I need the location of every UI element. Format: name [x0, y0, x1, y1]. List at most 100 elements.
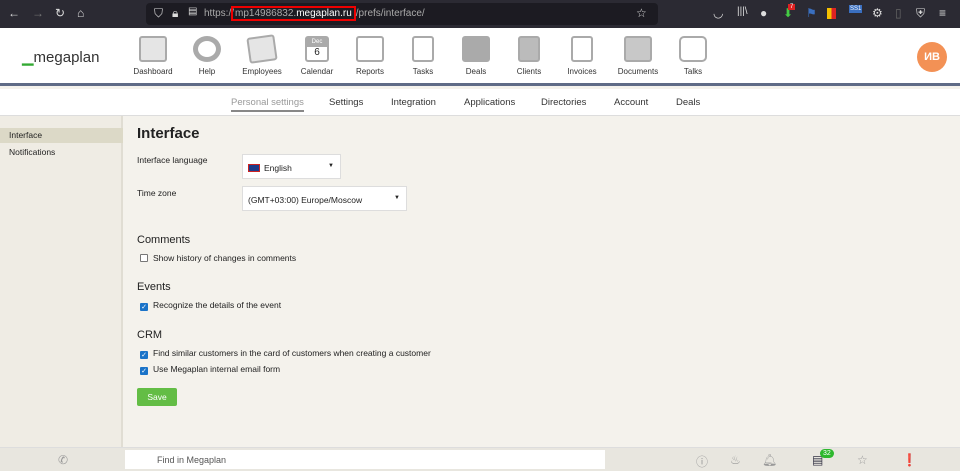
lock-icon[interactable]: 🔒︎	[172, 6, 178, 21]
shield-icon[interactable]: ⛉	[154, 6, 163, 21]
extension-bookmark-icon[interactable]	[827, 8, 836, 19]
checkbox-label: Recognize the details of the event	[153, 300, 282, 310]
calendar-icon: Dec 6	[305, 36, 329, 62]
nav-label: Help	[198, 67, 216, 76]
nav-label: Employees	[242, 67, 282, 76]
recognize-event-checkbox[interactable]: ✓ Recognize the details of the event	[140, 300, 281, 311]
search-input[interactable]: Find in Megaplan	[125, 450, 605, 469]
alert-circle-icon[interactable]: ⓘ	[696, 453, 708, 470]
dashboard-icon	[139, 36, 167, 62]
find-similar-customers-checkbox[interactable]: ✓ Find similar customers in the card of c…	[140, 348, 431, 359]
tab-directories[interactable]: Directories	[541, 97, 586, 108]
tab-personal-settings[interactable]: Personal settings	[231, 97, 304, 112]
messages-count-badge: 32	[820, 449, 834, 458]
nav-label: Calendar	[300, 67, 334, 76]
bell-icon[interactable]: 🔔︎	[762, 453, 777, 467]
library-icon[interactable]: |||\	[737, 6, 748, 17]
url-text: https://mp14986832.megaplan.ru/prefs/int…	[204, 6, 425, 21]
menu-icon[interactable]: ≡	[939, 6, 946, 20]
save-button[interactable]: Save	[137, 388, 177, 406]
gear-icon[interactable]: ⚙	[872, 6, 883, 20]
bookmark-star-icon[interactable]: ☆	[636, 6, 647, 20]
nav-employees[interactable]: Employees	[235, 34, 289, 76]
nav-label: Clients	[516, 67, 542, 76]
briefcase-icon	[462, 36, 490, 62]
nav-label: Dashboard	[133, 67, 173, 76]
tab-integration[interactable]: Integration	[391, 97, 436, 108]
nav-documents[interactable]: Documents	[611, 36, 665, 76]
tab-settings[interactable]: Settings	[329, 97, 363, 108]
reload-icon[interactable]: ↻	[55, 6, 65, 20]
star-icon[interactable]: ☆	[857, 453, 868, 467]
url-bar[interactable]: ⛉ 🔒︎ ▤ https://mp14986832.megaplan.ru/pr…	[146, 3, 658, 25]
nav-tasks[interactable]: Tasks	[396, 36, 450, 76]
page-title: Interface	[137, 125, 200, 142]
chart-board-icon	[356, 36, 384, 62]
tab-applications[interactable]: Applications	[464, 97, 515, 108]
timezone-label: Time zone	[137, 188, 177, 198]
tab-account[interactable]: Account	[614, 97, 648, 108]
sidebar: Interface Notifications	[0, 116, 123, 447]
fire-icon[interactable]: ♨	[730, 453, 741, 467]
back-icon[interactable]: ←	[8, 6, 20, 20]
chevron-down-icon: ▼	[394, 195, 400, 201]
language-value: English	[264, 163, 292, 173]
calendar-day: 6	[314, 47, 320, 58]
extension-page-icon[interactable]: ▯	[895, 6, 902, 20]
app-header: ▁megaplan Dashboard Help Employees Dec 6 C…	[0, 28, 960, 86]
settings-tabs: Personal settings Settings Integration A…	[0, 89, 960, 116]
nav-label: Reports	[355, 67, 384, 76]
shield-extension-icon[interactable]: ⛨	[916, 6, 925, 21]
checkmark-icon[interactable]: ✓	[140, 303, 148, 311]
uk-flag-icon	[248, 164, 260, 172]
checkbox-label: Show history of changes in comments	[153, 253, 297, 263]
checkmark-icon[interactable]: ✓	[140, 351, 148, 359]
nav-label: Talks	[683, 67, 703, 76]
chevron-down-icon: ▼	[328, 163, 334, 169]
crm-heading: CRM	[137, 329, 163, 341]
nav-talks[interactable]: Talks	[666, 36, 720, 76]
checkmark-icon[interactable]: ✓	[140, 367, 148, 375]
internal-email-checkbox[interactable]: ✓ Use Megaplan internal email form	[140, 364, 280, 375]
nav-label: Deals	[465, 67, 487, 76]
checkbox-icon[interactable]	[140, 254, 148, 262]
comments-heading: Comments	[137, 234, 191, 246]
show-history-checkbox[interactable]: Show history of changes in comments	[140, 253, 296, 263]
browser-toolbar: ← → ↻ ⌂ ⛉ 🔒︎ ▤ https://mp14986832.megapl…	[0, 0, 960, 28]
nav-label: Documents	[617, 67, 659, 76]
nav-invoices[interactable]: Invoices	[555, 36, 609, 76]
nav-label: Invoices	[567, 67, 597, 76]
nav-calendar[interactable]: Dec 6 Calendar	[290, 36, 344, 76]
timezone-select[interactable]: (GMT+03:00) Europe/Moscow ▼	[242, 186, 407, 211]
home-icon[interactable]: ⌂	[77, 6, 84, 20]
forward-icon[interactable]: →	[32, 6, 44, 20]
phone-icon[interactable]: ✆	[58, 453, 68, 467]
language-select[interactable]: English ▼	[242, 154, 341, 179]
extension-r-icon[interactable]: ●	[760, 6, 767, 20]
timezone-value: (GMT+03:00) Europe/Moscow	[248, 195, 363, 205]
tab-deals[interactable]: Deals	[676, 97, 700, 108]
megaplan-logo[interactable]: ▁megaplan	[22, 48, 99, 66]
contact-book-icon	[518, 36, 540, 62]
avatar[interactable]: ИВ	[917, 42, 947, 72]
clipboard-icon	[412, 36, 434, 62]
pocket-icon[interactable]: ◡	[713, 6, 723, 20]
nav-label: Tasks	[412, 67, 434, 76]
sidebar-item-notifications[interactable]: Notifications	[0, 145, 123, 160]
events-heading: Events	[137, 281, 171, 293]
permissions-icon[interactable]: ▤	[188, 6, 197, 17]
nav-dashboard[interactable]: Dashboard	[126, 36, 180, 76]
feedback-icon[interactable]: ❗	[902, 453, 917, 467]
chat-bubbles-icon	[679, 36, 707, 62]
extension-flag-icon[interactable]: ⚑	[806, 6, 817, 20]
nav-help[interactable]: Help	[180, 36, 234, 76]
sidebar-item-interface[interactable]: Interface	[0, 128, 123, 143]
nav-clients[interactable]: Clients	[502, 36, 556, 76]
main-content: Interface Interface language English ▼ Ti…	[125, 116, 960, 447]
extension-badge: 7	[788, 4, 796, 10]
nav-deals[interactable]: Deals	[449, 36, 503, 76]
footer-bar: ✆ Find in Megaplan ⓘ ♨ 🔔︎ ▤ 32 ☆ ❗	[0, 447, 960, 471]
extension-ss1-icon[interactable]: SS1	[849, 5, 863, 13]
nav-reports[interactable]: Reports	[343, 36, 397, 76]
id-cards-icon	[246, 34, 278, 64]
